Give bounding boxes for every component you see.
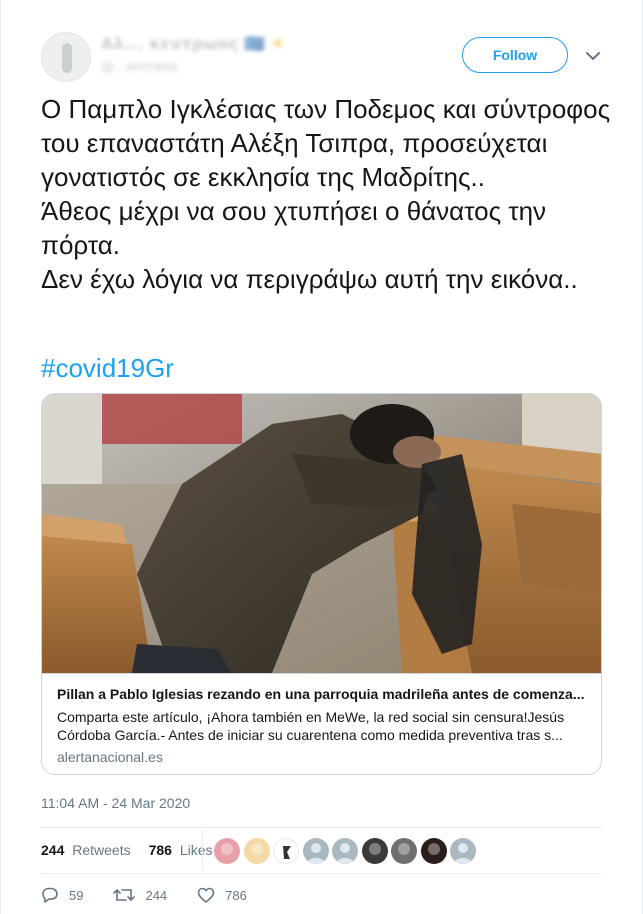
liker-avatar-5[interactable]	[332, 838, 358, 864]
like-count: 786	[225, 887, 247, 903]
author-display-name[interactable]: Αλ... κεντρωος 🇬🇷 ☀	[101, 34, 285, 53]
reply-count: 59	[69, 887, 84, 903]
tweet-text: Ο Παμπλο Ιγκλέσιας των Ποδεμος και σύντρ…	[41, 94, 611, 294]
action-bar: 59 244 786	[41, 887, 277, 903]
liker-avatar-6[interactable]	[361, 838, 388, 864]
author-name-text: Αλ... κεντρωος	[101, 34, 239, 53]
avatar-figure	[62, 43, 72, 73]
reply-button[interactable]: 59	[41, 887, 83, 903]
card-domain: alertanacional.es	[57, 749, 163, 765]
tweet-container: Αλ... κεντρωος 🇬🇷 ☀ @...entrwos Follow Ο…	[0, 0, 643, 914]
retweets-stat[interactable]: 244 Retweets	[41, 842, 131, 858]
like-button[interactable]: 786	[197, 887, 247, 903]
card-body: Pillan a Pablo Iglesias rezando en una p…	[42, 673, 601, 774]
sun-icon: ☀	[270, 34, 286, 53]
liker-avatar-3[interactable]	[273, 838, 299, 864]
retweet-icon	[113, 889, 136, 901]
stats-separator	[202, 830, 203, 870]
liker-avatar-7[interactable]	[391, 838, 417, 864]
retweets-count: 244	[41, 842, 65, 858]
flag-icon: 🇬🇷	[244, 34, 265, 53]
liker-avatar-4[interactable]	[302, 838, 329, 864]
liker-avatar-8[interactable]	[420, 838, 447, 864]
follow-button[interactable]: Follow	[462, 37, 568, 73]
likes-count: 786	[148, 842, 172, 858]
retweet-button[interactable]: 244	[113, 887, 167, 903]
retweet-count: 244	[145, 887, 168, 903]
tweet-timestamp[interactable]: 11:04 AM - 24 Mar 2020	[41, 795, 190, 811]
retweets-label: Retweets	[72, 842, 131, 858]
heart-icon	[197, 887, 215, 903]
chevron-down-icon[interactable]	[584, 47, 602, 65]
card-title[interactable]: Pillan a Pablo Iglesias rezando en una p…	[57, 685, 589, 703]
liker-avatar-1[interactable]	[214, 838, 240, 864]
author-avatar[interactable]	[41, 32, 91, 82]
liker-avatar-9[interactable]	[450, 838, 476, 864]
card-description: Comparta este artículo, ¡Ahora también e…	[57, 709, 565, 743]
hashtag-link[interactable]: #covid19Gr	[41, 351, 174, 385]
divider	[41, 873, 602, 874]
liker-avatars	[214, 838, 480, 864]
divider	[41, 827, 602, 828]
reply-icon	[42, 887, 58, 903]
link-card[interactable]: Pillan a Pablo Iglesias rezando en una p…	[41, 393, 602, 775]
liker-avatar-2[interactable]	[243, 838, 270, 864]
card-image	[42, 394, 601, 673]
author-handle[interactable]: @...entrwos	[101, 60, 178, 75]
likes-label: Likes	[179, 842, 213, 858]
